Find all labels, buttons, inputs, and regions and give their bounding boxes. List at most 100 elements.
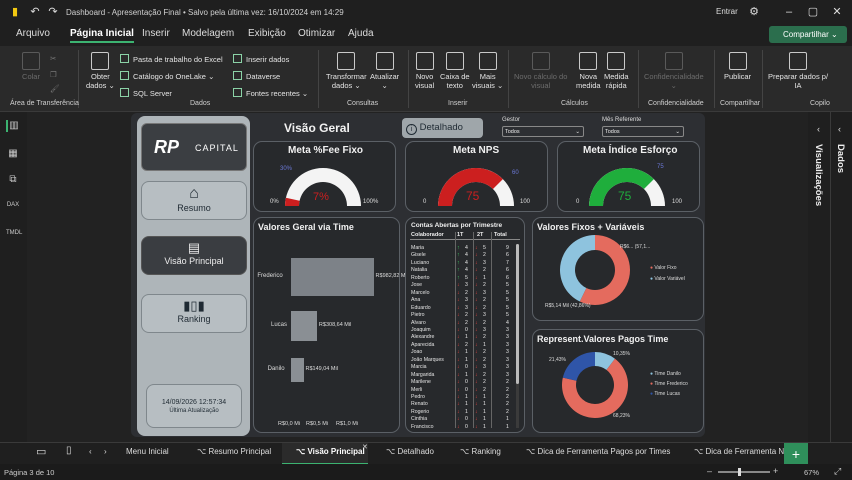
zoom-slider[interactable]: [718, 468, 770, 476]
tab-menu-inicial[interactable]: Menu Inicial: [126, 447, 169, 456]
table-row[interactable]: Roberto ↑ 5 ↓ 1 6: [410, 275, 514, 281]
donut-slice[interactable]: [562, 352, 595, 381]
menu-inserir[interactable]: Inserir: [142, 28, 170, 39]
table-row[interactable]: Joaquim ↓ 0 ↓ 3 3: [410, 327, 514, 333]
detalhado-button[interactable]: i Detalhado: [402, 118, 483, 138]
fit-page-icon[interactable]: ⤢: [834, 466, 841, 477]
tab-resumo-principal[interactable]: ⌥ Resumo Principal: [197, 447, 271, 456]
collapse-data-icon[interactable]: ‹: [838, 124, 841, 134]
table-row[interactable]: Merli ↓ 0 ↓ 2 2: [410, 387, 514, 393]
col-2t[interactable]: 2T: [477, 232, 483, 238]
represent-donut[interactable]: [562, 352, 628, 418]
add-page-button[interactable]: +: [784, 443, 808, 465]
signin-link[interactable]: Entrar: [716, 7, 738, 16]
close-icon[interactable]: ✕: [830, 5, 844, 19]
table-row[interactable]: Luciano ↑ 4 ↓ 3 7: [410, 260, 514, 266]
dax-query-icon[interactable]: DAX: [6, 202, 20, 214]
col-1t[interactable]: 1T: [457, 232, 463, 238]
table-scrollbar[interactable]: [516, 244, 519, 428]
menu-otimizar[interactable]: Otimizar: [298, 28, 335, 39]
nav-ranking-button[interactable]: ▮▯▮ Ranking: [141, 294, 247, 333]
table-row[interactable]: João Marques ↓ 1 ↓ 2 3: [410, 357, 514, 363]
menu-pagina-inicial[interactable]: Página Inicial: [70, 28, 134, 43]
data-pane-tab[interactable]: Dados: [835, 144, 846, 173]
table-view-icon[interactable]: ▦: [6, 148, 20, 160]
table-row[interactable]: Renato ↓ 1 ↓ 1 2: [410, 401, 514, 407]
collapse-visualizations-icon[interactable]: ‹: [817, 124, 820, 134]
nav-visao-button[interactable]: ▤ Visão Principal: [141, 236, 247, 275]
gestor-dropdown[interactable]: Todos ⌄: [502, 126, 584, 137]
table-row[interactable]: Pietro ↓ 2 ↓ 3 5: [410, 312, 514, 318]
table-row[interactable]: Aparecida ↓ 2 ↓ 1 3: [410, 342, 514, 348]
bar-lucas[interactable]: [291, 311, 317, 341]
mes-dropdown[interactable]: Todos ⌄: [602, 126, 684, 137]
menu-ajuda[interactable]: Ajuda: [348, 28, 374, 39]
col-total[interactable]: Total: [494, 232, 507, 238]
tmdl-view-icon[interactable]: TMDL: [6, 230, 22, 242]
table-row[interactable]: Maria ↑ 4 ↓ 5 9: [410, 245, 514, 251]
zoom-slider-thumb[interactable]: [738, 468, 741, 476]
table-row[interactable]: Pedro ↓ 1 ↓ 1 2: [410, 394, 514, 400]
bar-frederico[interactable]: [291, 258, 374, 296]
sql-server-button[interactable]: SQL Server: [120, 88, 172, 98]
maximize-icon[interactable]: ▢: [806, 5, 820, 19]
tab-visao-principal[interactable]: ⌥ Visão Principal: [296, 447, 365, 456]
nav-resumo-button[interactable]: ⌂ Resumo: [141, 181, 247, 220]
fontes-recentes-button[interactable]: Fontes recentes ⌄: [233, 88, 308, 98]
legend-valor-variavel[interactable]: ● Valor Variável: [650, 276, 685, 282]
menu-arquivo[interactable]: Arquivo: [16, 28, 50, 39]
table-row[interactable]: Alexandre ↓ 1 ↓ 2 3: [410, 334, 514, 340]
table-row[interactable]: Alvaro ↓ 2 ↓ 2 4: [410, 320, 514, 326]
format-painter-icon[interactable]: 🖌: [50, 84, 60, 93]
share-button[interactable]: Compartilhar ⌄: [769, 26, 847, 43]
table-row[interactable]: Marcia ↓ 0 ↓ 3 3: [410, 364, 514, 370]
menu-modelagem[interactable]: Modelagem: [182, 28, 234, 39]
table-row[interactable]: Joao ↓ 1 ↓ 2 3: [410, 349, 514, 355]
nova-medida-button[interactable]: Nova medida: [576, 52, 601, 90]
tab-close-icon[interactable]: ✕: [362, 443, 368, 451]
dataverse-button[interactable]: Dataverse: [233, 71, 280, 81]
col-colaborador[interactable]: Colaborador: [411, 232, 444, 238]
mais-visuais-button[interactable]: Mais visuais ⌄: [472, 52, 503, 90]
table-scroll-thumb[interactable]: [516, 244, 519, 384]
atualizar-button[interactable]: Atualizar ⌄: [370, 52, 399, 90]
confidencialidade-button[interactable]: Confidencialidade ⌄: [644, 52, 704, 90]
legend-valor-fixo[interactable]: ● Valor Fixo: [650, 265, 685, 271]
novo-visual-button[interactable]: Novo visual: [415, 52, 434, 90]
tab-dica-pagos[interactable]: ⌥ Dica de Ferramenta Pagos por Times: [526, 447, 670, 456]
model-view-icon[interactable]: ⧉: [6, 174, 20, 186]
novo-calculo-button[interactable]: Novo cálculo do visual: [514, 52, 567, 90]
bar-danilo[interactable]: [291, 358, 304, 382]
table-row[interactable]: Jose ↓ 3 ↓ 2 5: [410, 282, 514, 288]
obter-dados-button[interactable]: Obter dados ⌄: [86, 52, 115, 90]
zoom-in-icon[interactable]: +: [773, 466, 778, 476]
menu-exibicao[interactable]: Exibição: [248, 28, 286, 39]
caixa-texto-button[interactable]: Caixa de texto: [440, 52, 470, 90]
table-row[interactable]: Marcelo ↓ 2 ↓ 3 5: [410, 290, 514, 296]
tab-prev-icon[interactable]: ‹: [89, 447, 92, 456]
tab-detalhado[interactable]: ⌥ Detalhado: [386, 447, 434, 456]
legend-time-danilo[interactable]: ● Time Danilo: [650, 371, 688, 377]
tab-next-icon[interactable]: ›: [104, 447, 107, 456]
visualizations-pane-tab[interactable]: Visualizações: [813, 144, 824, 206]
tab-ranking[interactable]: ⌥ Ranking: [460, 447, 501, 456]
tab-dica-ni[interactable]: ⌥ Dica de Ferramenta Ni: [694, 447, 784, 456]
preparar-dados-button[interactable]: Preparar dados p/IA: [768, 52, 828, 90]
mobile-view-icon[interactable]: ▯: [66, 445, 72, 456]
publicar-button[interactable]: Publicar: [724, 52, 751, 81]
desktop-view-icon[interactable]: ▭: [36, 445, 46, 458]
copy-icon[interactable]: ❐: [50, 70, 57, 79]
table-row[interactable]: Margarida ↓ 1 ↓ 2 3: [410, 372, 514, 378]
undo-icon[interactable]: ↶: [28, 5, 42, 19]
minimize-icon[interactable]: –: [782, 5, 796, 19]
redo-icon[interactable]: ↷: [46, 5, 60, 19]
cut-icon[interactable]: ✂: [50, 54, 56, 63]
table-row[interactable]: Ana ↓ 3 ↓ 2 5: [410, 297, 514, 303]
legend-time-frederico[interactable]: ● Time Frederico: [650, 381, 688, 387]
table-row[interactable]: Gisele ↑ 4 ↓ 2 6: [410, 252, 514, 258]
report-view-icon[interactable]: ▥: [6, 120, 20, 132]
table-row[interactable]: Marilene ↓ 0 ↓ 2 2: [410, 379, 514, 385]
table-row[interactable]: Natalia ↑ 4 ↓ 2 6: [410, 267, 514, 273]
zoom-out-icon[interactable]: –: [707, 466, 712, 476]
medida-rapida-button[interactable]: Medida rápida: [604, 52, 629, 90]
